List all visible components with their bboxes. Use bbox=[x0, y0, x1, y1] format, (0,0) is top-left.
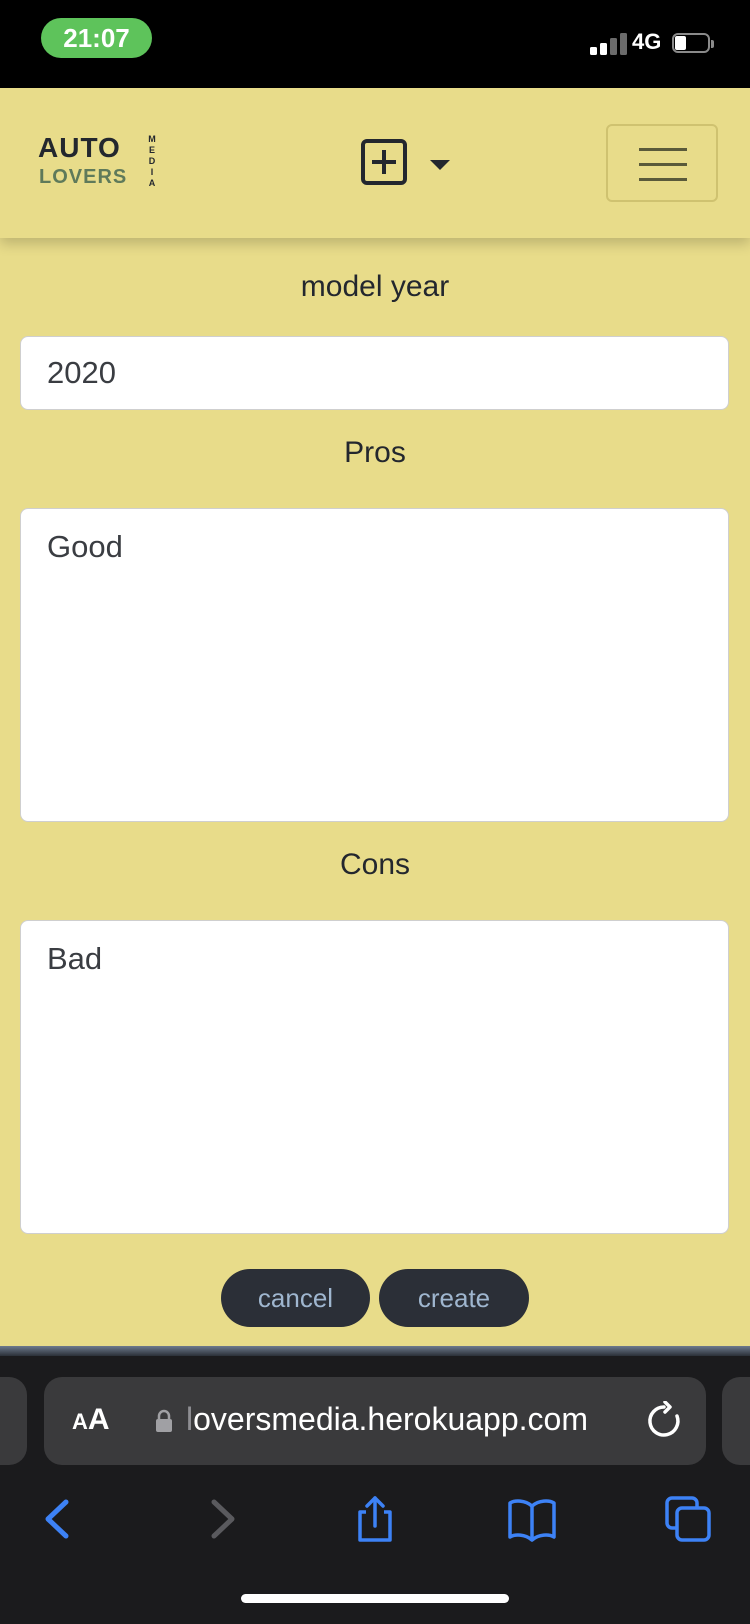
caret-down-icon bbox=[430, 160, 450, 170]
bookmarks-icon[interactable] bbox=[507, 1494, 557, 1544]
share-icon[interactable] bbox=[350, 1494, 400, 1544]
network-type: 4G bbox=[632, 29, 662, 54]
forward-arrow-icon[interactable] bbox=[196, 1494, 246, 1544]
hamburger-icon-bar bbox=[639, 148, 687, 151]
page-bottom-edge bbox=[0, 1346, 750, 1356]
safari-toolbar: AA loversmedia.herokuapp.com bbox=[0, 1356, 750, 1624]
next-tab-preview[interactable] bbox=[722, 1377, 750, 1465]
add-post-dropdown[interactable] bbox=[360, 138, 460, 188]
hamburger-icon-bar bbox=[639, 178, 687, 181]
hamburger-icon-bar bbox=[639, 163, 687, 166]
back-arrow-icon[interactable] bbox=[34, 1494, 84, 1544]
cellular-signal-icon bbox=[590, 33, 630, 55]
cancel-button[interactable]: cancel bbox=[221, 1269, 370, 1327]
cons-textarea[interactable]: Bad bbox=[20, 920, 729, 1234]
page-content: AUTO LOVERS MEDIA model year 2020 Pros G… bbox=[0, 88, 750, 1346]
navbar: AUTO LOVERS MEDIA bbox=[0, 88, 750, 238]
url-text[interactable]: loversmedia.herokuapp.com bbox=[186, 1401, 588, 1438]
auto-lovers-logo[interactable]: AUTO LOVERS MEDIA bbox=[38, 132, 163, 192]
status-time: 21:07 bbox=[41, 18, 152, 58]
pros-textarea[interactable]: Good bbox=[20, 508, 729, 822]
logo-line1: AUTO bbox=[38, 132, 121, 163]
plus-square-icon bbox=[361, 139, 407, 185]
cons-label: Cons bbox=[339, 848, 411, 881]
model-year-label: model year bbox=[300, 270, 450, 303]
pros-label: Pros bbox=[344, 436, 406, 469]
previous-tab-preview[interactable] bbox=[0, 1377, 27, 1465]
create-button[interactable]: create bbox=[379, 1269, 529, 1327]
logo-line2: LOVERS bbox=[39, 166, 128, 188]
reader-settings-button[interactable]: AA bbox=[72, 1403, 110, 1437]
model-year-input[interactable]: 2020 bbox=[20, 336, 729, 410]
tabs-icon[interactable] bbox=[663, 1494, 713, 1544]
battery-icon bbox=[672, 33, 714, 55]
reload-icon[interactable] bbox=[644, 1401, 684, 1441]
navbar-toggler-button[interactable] bbox=[606, 124, 718, 202]
home-indicator[interactable] bbox=[241, 1594, 509, 1603]
status-bar: 21:07 4G bbox=[0, 0, 750, 88]
address-bar[interactable]: AA loversmedia.herokuapp.com bbox=[44, 1377, 706, 1465]
lock-icon bbox=[156, 1409, 172, 1432]
logo-side-text: MEDIA bbox=[148, 134, 156, 188]
